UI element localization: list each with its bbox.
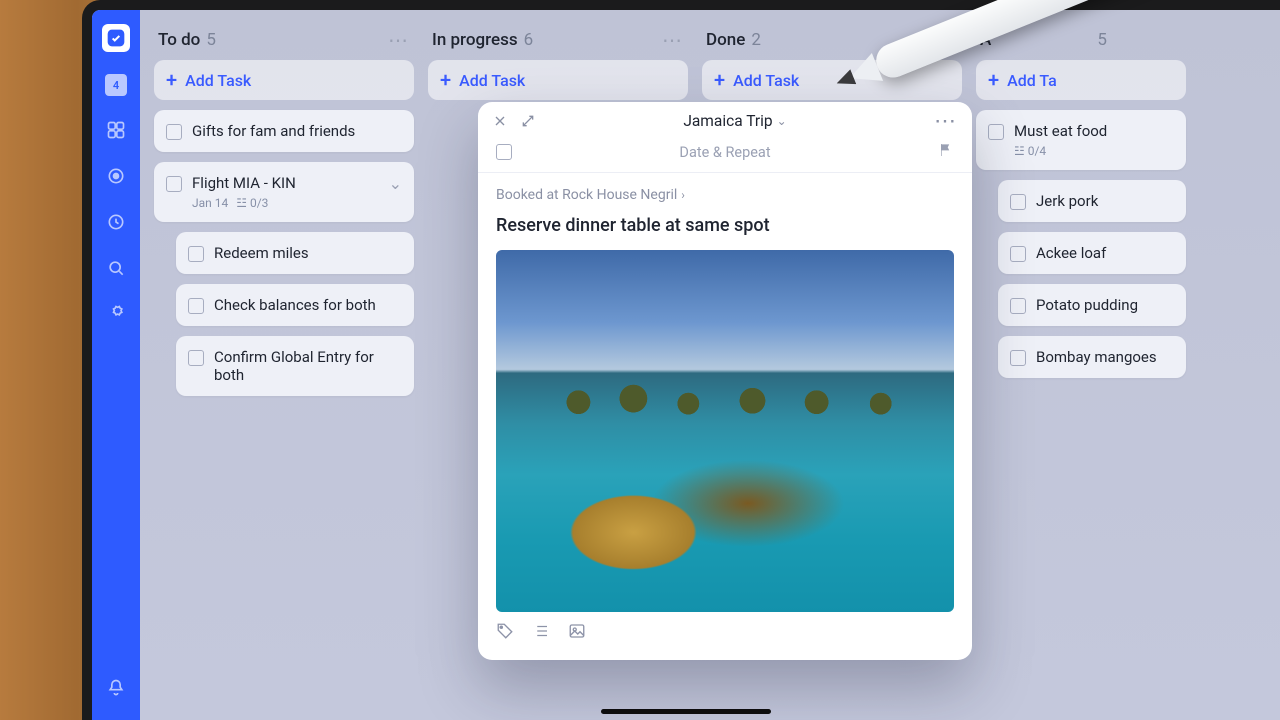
breadcrumb-text: Booked at Rock House Negril — [496, 187, 677, 203]
subtask-card[interactable]: Bombay mangoes — [998, 336, 1186, 378]
settings-icon[interactable] — [104, 302, 128, 326]
subtask-title: Check balances for both — [214, 296, 402, 314]
column-count: 5 — [1097, 30, 1107, 50]
subtask-card[interactable]: Jerk pork — [998, 180, 1186, 222]
task-date: Jan 14 — [192, 196, 228, 210]
column-menu-icon[interactable]: ⋯ — [388, 30, 410, 50]
chevron-right-icon: › — [681, 188, 685, 202]
task-card[interactable]: Flight MIA - KIN Jan 14 ☳ 0/3 ⌄ — [154, 162, 414, 222]
list-icon[interactable] — [532, 622, 550, 644]
modal-breadcrumb[interactable]: Booked at Rock House Negril › — [496, 177, 954, 215]
add-task-button[interactable]: + Add Task — [154, 60, 414, 100]
subtask-card[interactable]: Check balances for both — [176, 284, 414, 326]
add-task-button[interactable]: + Add Ta — [976, 60, 1186, 100]
column-partial: A xxxxxxxxxxx 5 + Add Ta Must eat food ☳… — [976, 24, 1186, 706]
subtask-list: Redeem miles Check balances for both Con… — [154, 232, 414, 406]
checkbox[interactable] — [1010, 194, 1026, 210]
clock-icon[interactable] — [104, 210, 128, 234]
checkbox[interactable] — [188, 298, 204, 314]
checkbox[interactable] — [1010, 350, 1026, 366]
task-title: Flight MIA - KIN — [192, 174, 379, 192]
subtask-card[interactable]: Confirm Global Entry for both — [176, 336, 414, 396]
plus-icon: + — [714, 70, 725, 90]
calendar-day: 4 — [113, 79, 119, 92]
plus-icon: + — [988, 70, 999, 90]
column-title: To do — [158, 30, 200, 50]
add-task-button[interactable]: + Add Task — [428, 60, 688, 100]
modal-list-selector[interactable]: Jamaica Trip ⌄ — [548, 112, 922, 130]
close-icon[interactable] — [492, 113, 508, 129]
chevron-down-icon: ⌄ — [777, 114, 787, 128]
column-count: 6 — [524, 30, 534, 50]
column-header: In progress 6 ⋯ — [428, 24, 688, 60]
checkbox[interactable] — [188, 246, 204, 262]
checkbox-app-icon[interactable] — [102, 24, 130, 52]
target-icon[interactable] — [104, 164, 128, 188]
add-task-label: Add Task — [733, 71, 799, 90]
task-card[interactable]: Must eat food ☳ 0/4 — [976, 110, 1186, 170]
column-count: 2 — [751, 30, 761, 50]
task-title: Gifts for fam and friends — [192, 122, 402, 140]
plus-icon: + — [440, 70, 451, 90]
image-icon[interactable] — [568, 622, 586, 644]
modal-header: Jamaica Trip ⌄ ⋯ — [478, 102, 972, 136]
column-count: 5 — [206, 30, 216, 50]
add-task-label: Add Ta — [1007, 71, 1057, 90]
modal-footer-tools — [496, 612, 954, 648]
checkbox[interactable] — [1010, 298, 1026, 314]
nav-rail: 4 — [92, 10, 140, 720]
app-screen: 4 To do — [92, 10, 1280, 720]
subtask-card[interactable]: Ackee loaf — [998, 232, 1186, 274]
subtask-list: Jerk pork Ackee loaf Potato pudding Bomb… — [976, 180, 1186, 388]
calendar-icon[interactable]: 4 — [105, 74, 127, 96]
checkbox[interactable] — [988, 124, 1004, 140]
subtask-title: Confirm Global Entry for both — [214, 348, 402, 384]
subtask-title: Potato pudding — [1036, 296, 1174, 314]
modal-meta-row: Date & Repeat — [478, 136, 972, 172]
column-title: In progress — [432, 30, 518, 50]
add-task-label: Add Task — [459, 71, 525, 90]
checkbox[interactable] — [188, 350, 204, 366]
column-header: To do 5 ⋯ — [154, 24, 414, 60]
modal-task-title[interactable]: Reserve dinner table at same spot — [496, 215, 954, 250]
expand-icon[interactable] — [520, 113, 536, 129]
subtask-title: Ackee loaf — [1036, 244, 1174, 262]
checkbox[interactable] — [166, 124, 182, 140]
subtask-title: Jerk pork — [1036, 192, 1174, 210]
modal-more-icon[interactable]: ⋯ — [934, 116, 958, 127]
subtask-progress: ☳ 0/4 — [1014, 144, 1046, 158]
task-card[interactable]: Gifts for fam and friends — [154, 110, 414, 152]
search-icon[interactable] — [104, 256, 128, 280]
task-title: Must eat food — [1014, 122, 1174, 140]
dashboard-icon[interactable] — [104, 118, 128, 142]
column-todo: To do 5 ⋯ + Add Task Gifts for fam and f… — [154, 24, 414, 706]
tag-icon[interactable] — [496, 622, 514, 644]
checkbox[interactable] — [166, 176, 182, 192]
plus-icon: + — [166, 70, 177, 90]
tablet-frame: 4 To do — [82, 0, 1280, 720]
subtask-progress: ☳ 0/3 — [236, 196, 268, 210]
chevron-down-icon[interactable]: ⌄ — [389, 174, 402, 193]
modal-checkbox[interactable] — [496, 144, 512, 160]
add-task-label: Add Task — [185, 71, 251, 90]
subtask-card[interactable]: Redeem miles — [176, 232, 414, 274]
task-meta: Jan 14 ☳ 0/3 — [192, 196, 379, 210]
bell-icon[interactable] — [104, 676, 128, 700]
column-title: Done — [706, 30, 745, 50]
subtask-title: Bombay mangoes — [1036, 348, 1174, 366]
home-indicator[interactable] — [601, 709, 771, 714]
modal-list-name: Jamaica Trip — [683, 112, 772, 130]
subtask-card[interactable]: Potato pudding — [998, 284, 1186, 326]
task-photo[interactable] — [496, 250, 954, 612]
column-menu-icon[interactable]: ⋯ — [662, 30, 684, 50]
checkbox[interactable] — [1010, 246, 1026, 262]
task-meta: ☳ 0/4 — [1014, 144, 1174, 158]
subtask-title: Redeem miles — [214, 244, 402, 262]
modal-body: Booked at Rock House Negril › Reserve di… — [478, 172, 972, 660]
flag-icon[interactable] — [938, 142, 954, 162]
date-repeat-button[interactable]: Date & Repeat — [524, 144, 926, 161]
task-detail-modal: Jamaica Trip ⌄ ⋯ Date & Repeat Booked at… — [478, 102, 972, 660]
